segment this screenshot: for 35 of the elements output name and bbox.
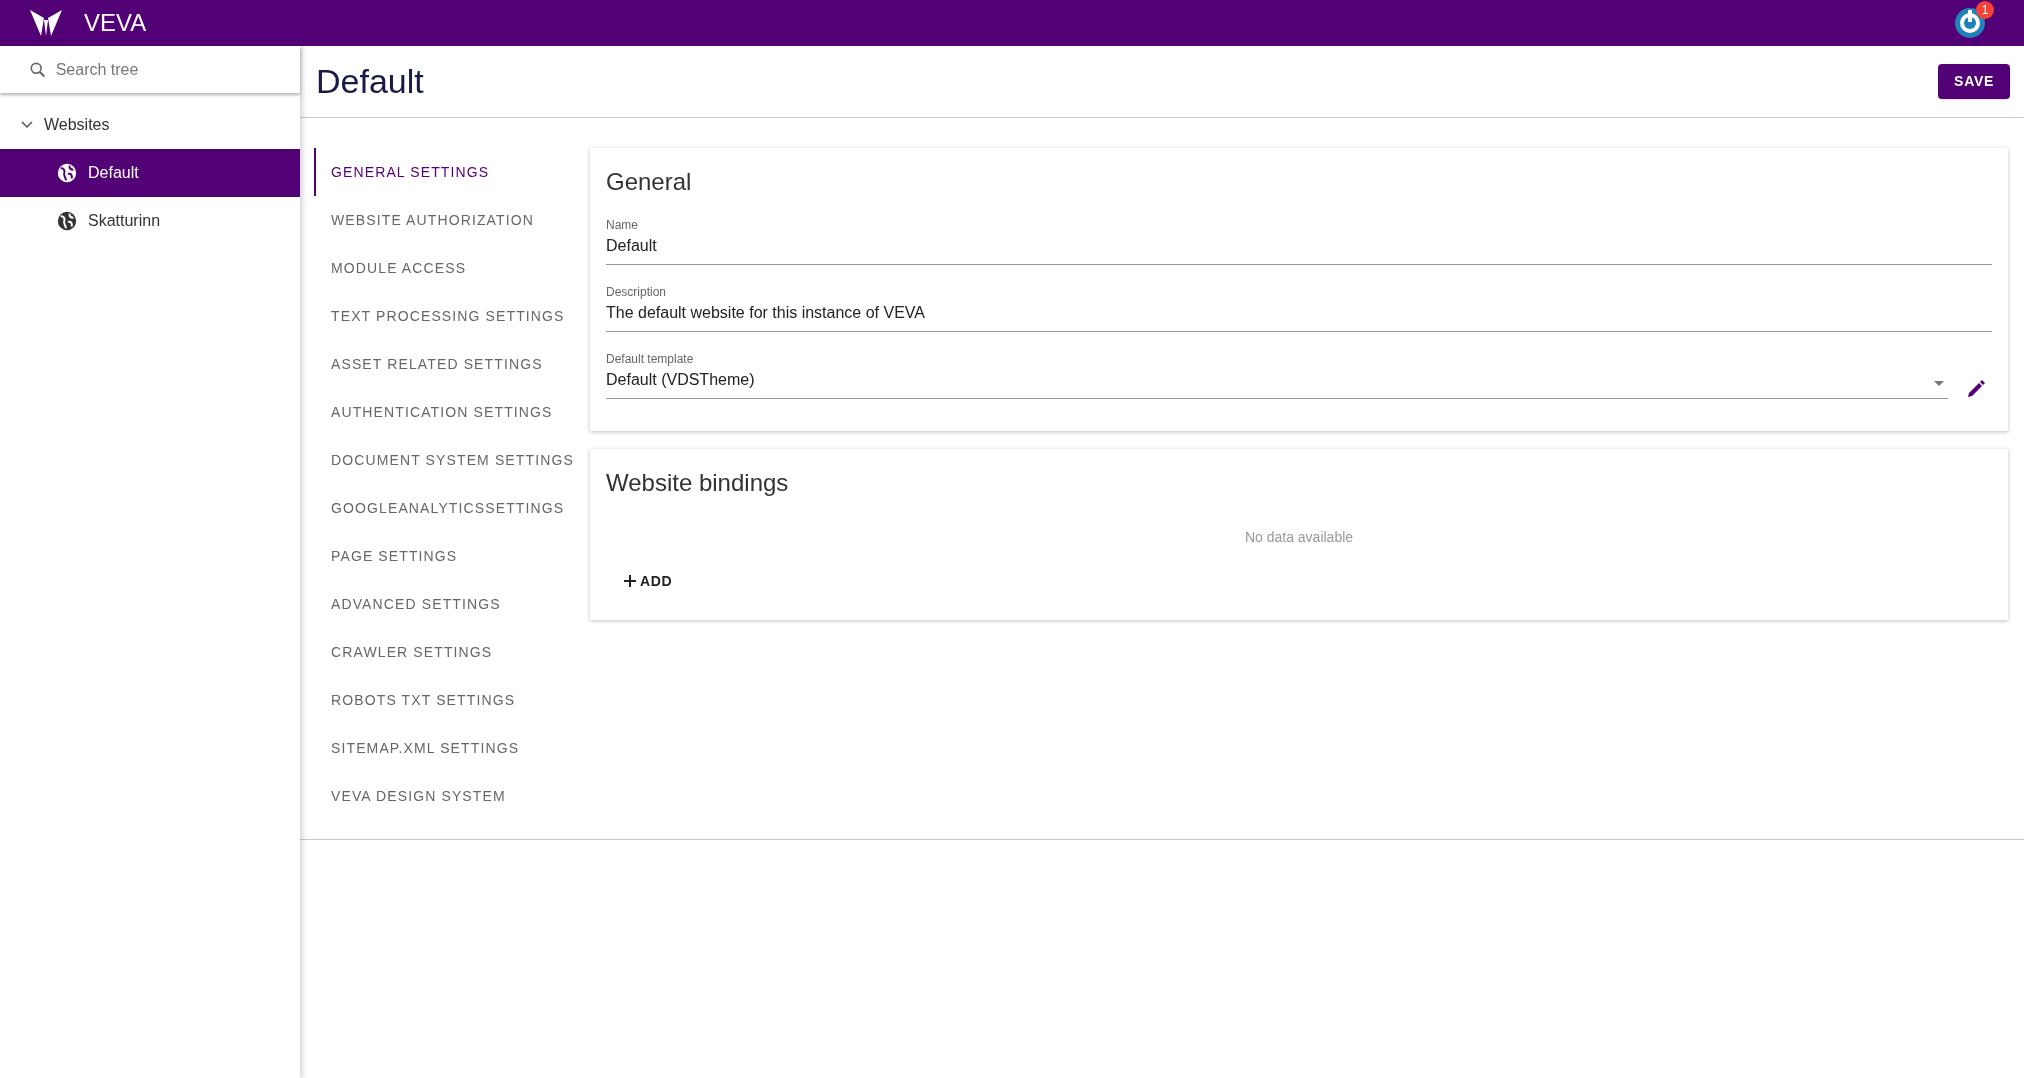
save-button[interactable]: SAVE <box>1938 64 2010 99</box>
settings-tab[interactable]: ROBOTS TXT SETTINGS <box>314 676 590 724</box>
power-icon[interactable] <box>1954 7 1986 39</box>
search-field[interactable]: Search tree <box>55 57 272 82</box>
tree-item[interactable]: Default <box>0 149 300 197</box>
dropdown-arrow-icon <box>1934 381 1944 386</box>
template-dropdown[interactable]: Default template Default (VDSTheme) <box>606 350 1948 399</box>
add-button[interactable]: ADD <box>614 564 683 598</box>
settings-tab[interactable]: WEBSITE AUTHORIZATION <box>314 196 590 244</box>
tree-item[interactable]: Websites <box>0 101 300 149</box>
text-field[interactable]: Name Default <box>606 216 1992 265</box>
logo-icon <box>30 10 62 36</box>
app-title: VEVA <box>84 8 147 38</box>
settings-tab[interactable]: DOCUMENT SYSTEM SETTINGS <box>314 436 590 484</box>
tree-item[interactable]: Skatturinn <box>0 197 300 245</box>
pencil-icon[interactable] <box>1966 379 1986 399</box>
settings-tab[interactable]: ASSET RELATED SETTINGS <box>314 340 590 388</box>
settings-tab[interactable]: PAGE SETTINGS <box>314 532 590 580</box>
globe-icon <box>56 210 78 232</box>
text-field[interactable]: Description The default website for this instance of VEVA <box>606 283 1992 332</box>
settings-tab[interactable]: CRAWLER SETTINGS <box>314 628 590 676</box>
card-title: General <box>606 167 693 197</box>
settings-tab[interactable]: ADVANCED SETTINGS <box>314 580 590 628</box>
settings-tab[interactable]: VEVA DESIGN SYSTEM <box>314 772 590 820</box>
empty-message: No data available <box>1244 528 1354 547</box>
globe-icon <box>56 162 78 184</box>
settings-tab[interactable]: SITEMAP.XML SETTINGS <box>314 724 590 772</box>
settings-tab[interactable]: AUTHENTICATION SETTINGS <box>314 388 590 436</box>
plus-icon <box>624 575 636 587</box>
settings-tab[interactable]: MODULE ACCESS <box>314 244 590 292</box>
notification-badge: 1 <box>1976 1 1994 19</box>
settings-tab[interactable]: TEXT PROCESSING SETTINGS <box>314 292 590 340</box>
card-title: Website bindings <box>606 468 790 498</box>
page-title: Default <box>316 61 424 102</box>
settings-tab[interactable]: GOOGLEANALYTICSSETTINGS <box>314 484 590 532</box>
